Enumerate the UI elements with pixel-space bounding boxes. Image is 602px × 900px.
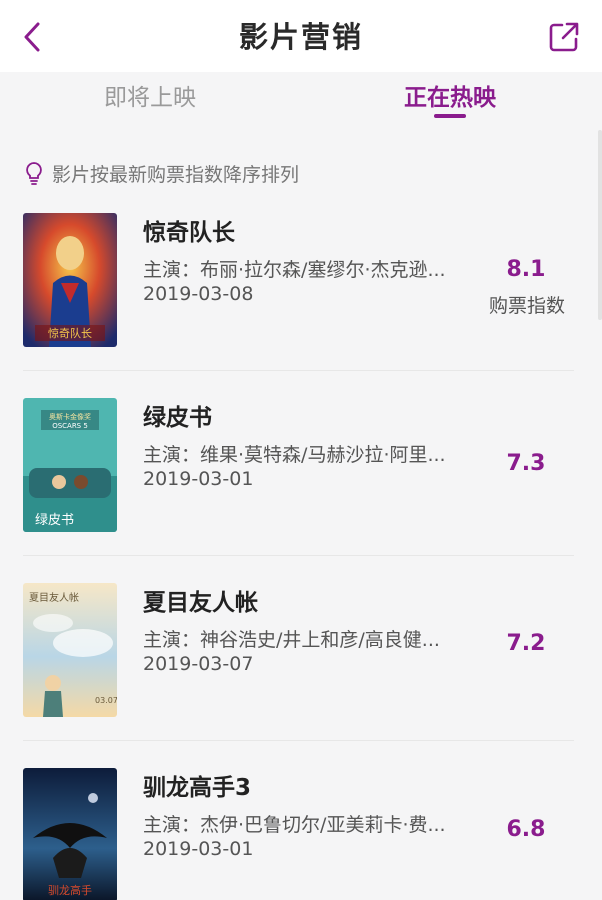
movie-title: 夏目友人帐 (143, 590, 258, 616)
movie-item-how-to-train-your-dragon-3[interactable]: 驯龙高手 驯龙高手3 主演：杰伊·巴鲁切尔/亚美莉卡·费... 2019-03-… (0, 760, 602, 900)
movie-title: 驯龙高手3 (143, 775, 252, 801)
sort-hint: 影片按最新购票指数降序排列 (24, 158, 299, 188)
movie-poster: 夏目友人帐 03.07 (23, 583, 117, 717)
tab-bar: 即将上映 正在热映 (0, 72, 602, 122)
svg-text:夏目友人帐: 夏目友人帐 (29, 591, 79, 604)
movie-title: 绿皮书 (143, 405, 212, 431)
svg-text:驯龙高手: 驯龙高手 (48, 883, 92, 897)
release-date: 2019-03-08 (143, 283, 254, 305)
movie-poster: 驯龙高手 (23, 768, 117, 900)
movie-poster: 奥斯卡金像奖 OSCARS 5 绿皮书 (23, 398, 117, 532)
top-bar: 影片营销 (0, 0, 602, 72)
svg-text:绿皮书: 绿皮书 (35, 513, 74, 528)
purchase-index-score: 6.8 (506, 817, 546, 842)
movie-cast: 主演：布丽·拉尔森/塞缪尔·杰克逊... (143, 259, 446, 281)
purchase-index-score: 8.1 (506, 257, 546, 282)
svg-text:03.07: 03.07 (95, 696, 117, 705)
movie-cast: 主演：维果·莫特森/马赫沙拉·阿里... (143, 444, 446, 466)
movie-item-captain-marvel[interactable]: 惊奇队长 惊奇队长 主演：布丽·拉尔森/塞缪尔·杰克逊... 2019-03-0… (0, 205, 602, 375)
release-date: 2019-03-07 (143, 653, 254, 675)
share-icon[interactable] (548, 21, 580, 53)
movie-poster: 惊奇队长 (23, 213, 117, 347)
movie-title: 惊奇队长 (143, 220, 235, 246)
svg-text:奥斯卡金像奖: 奥斯卡金像奖 (49, 412, 91, 421)
scrollbar[interactable] (598, 130, 602, 320)
tab-now-showing[interactable]: 正在热映 (404, 78, 496, 112)
release-date: 2019-03-01 (143, 838, 254, 860)
sort-hint-text: 影片按最新购票指数降序排列 (52, 163, 300, 186)
movie-item-natsume[interactable]: 夏目友人帐 03.07 夏目友人帐 主演：神谷浩史/井上和彦/高良健... 20… (0, 575, 602, 745)
lightbulb-icon (26, 162, 42, 185)
release-date: 2019-03-01 (143, 468, 254, 490)
purchase-index-score: 7.2 (506, 631, 546, 656)
movie-item-green-book[interactable]: 奥斯卡金像奖 OSCARS 5 绿皮书 绿皮书 主演：维果·莫特森/马赫沙拉·阿… (0, 390, 602, 560)
svg-text:OSCARS 5: OSCARS 5 (52, 422, 88, 430)
divider (23, 555, 574, 556)
divider (23, 740, 574, 741)
movie-cast: 主演：神谷浩史/井上和彦/高良健... (143, 629, 440, 651)
purchase-index-score: 7.3 (506, 451, 546, 476)
page-title: 影片营销 (238, 20, 363, 54)
active-tab-indicator (434, 114, 466, 118)
svg-text:惊奇队长: 惊奇队长 (48, 326, 92, 340)
tab-upcoming[interactable]: 即将上映 (104, 78, 196, 112)
movie-cast: 主演：杰伊·巴鲁切尔/亚美莉卡·费... (143, 814, 446, 836)
divider (23, 370, 574, 371)
purchase-index-label: 购票指数 (488, 295, 565, 317)
